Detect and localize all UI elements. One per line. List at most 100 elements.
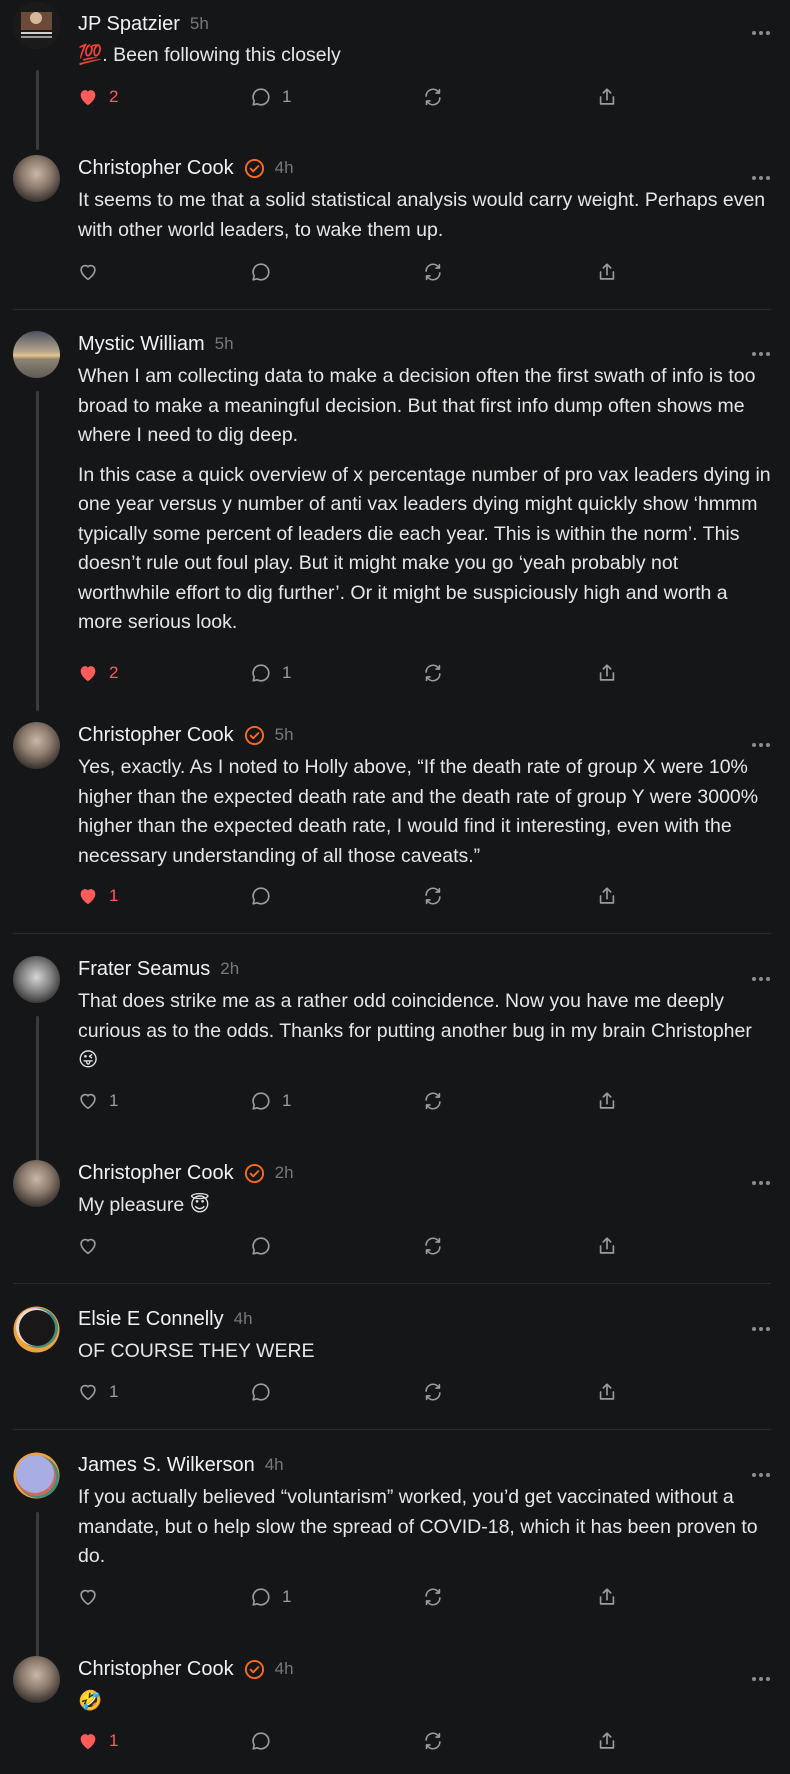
restack-button[interactable] — [422, 884, 444, 908]
share-icon — [599, 1732, 615, 1749]
share-button[interactable] — [596, 1380, 618, 1404]
more-options-icon[interactable] — [752, 1172, 773, 1190]
more-options-icon[interactable] — [752, 1464, 773, 1482]
reply-button[interactable]: 1 — [250, 1585, 291, 1609]
divider — [13, 933, 771, 934]
restack-button[interactable] — [422, 260, 444, 284]
author-name[interactable]: Christopher Cook — [78, 724, 234, 747]
like-button[interactable]: 1 — [77, 1089, 118, 1113]
author-name[interactable]: James S. Wilkerson — [78, 1454, 255, 1477]
timestamp[interactable]: 4h — [275, 1659, 294, 1679]
share-icon — [599, 1092, 615, 1109]
reply-button[interactable] — [250, 1729, 272, 1753]
like-button[interactable] — [77, 1234, 99, 1258]
share-button[interactable] — [596, 884, 618, 908]
avatar[interactable] — [13, 956, 60, 1003]
restack-button[interactable] — [422, 85, 444, 109]
heart-icon — [80, 264, 96, 281]
like-button[interactable]: 1 — [77, 1380, 118, 1404]
share-button[interactable] — [596, 661, 618, 685]
reply-button[interactable] — [250, 260, 272, 284]
restack-button[interactable] — [422, 1234, 444, 1258]
more-options-icon[interactable] — [752, 734, 773, 752]
share-icon — [599, 664, 615, 681]
action-bar: 1 — [77, 1729, 737, 1753]
more-options-icon[interactable] — [752, 968, 773, 986]
reply-button[interactable] — [250, 1234, 272, 1258]
share-button[interactable] — [596, 85, 618, 109]
reply-count: 1 — [282, 1587, 292, 1606]
comment-body: It seems to me that a solid statistical … — [78, 186, 773, 245]
comment-text: My pleasure 😇 — [78, 1194, 210, 1216]
share-button[interactable] — [596, 260, 618, 284]
more-options-icon[interactable] — [752, 1318, 773, 1336]
like-button[interactable]: 1 — [77, 1729, 118, 1753]
more-options-icon[interactable] — [752, 167, 773, 185]
like-button[interactable] — [77, 260, 99, 284]
restack-icon — [425, 1383, 441, 1401]
more-options-icon[interactable] — [752, 1668, 773, 1686]
author-name[interactable]: Elsie E Connelly — [78, 1308, 224, 1331]
avatar[interactable] — [13, 1656, 60, 1703]
restack-button[interactable] — [422, 661, 444, 685]
timestamp[interactable]: 5h — [215, 334, 234, 354]
reply-button[interactable]: 1 — [250, 85, 291, 109]
comment-body: 🤣 — [78, 1687, 773, 1717]
like-count: 1 — [109, 1382, 119, 1401]
timestamp[interactable]: 2h — [275, 1163, 294, 1183]
avatar[interactable] — [13, 1306, 60, 1353]
share-icon — [599, 887, 615, 904]
comment-header: Mystic William 5h — [78, 331, 234, 357]
reply-button[interactable] — [250, 1380, 272, 1404]
avatar[interactable] — [13, 2, 60, 49]
heart-icon — [80, 1238, 96, 1255]
comment-text: If you actually believed “voluntarism” w… — [78, 1486, 758, 1567]
like-button[interactable]: 2 — [77, 661, 118, 685]
author-name[interactable]: Christopher Cook — [78, 157, 234, 180]
reply-button[interactable]: 1 — [250, 661, 291, 685]
avatar[interactable] — [13, 155, 60, 202]
share-button[interactable] — [596, 1234, 618, 1258]
like-count: 1 — [109, 886, 119, 905]
avatar[interactable] — [13, 1160, 60, 1207]
restack-icon — [425, 1732, 441, 1750]
author-name[interactable]: Christopher Cook — [78, 1658, 234, 1681]
action-bar: 1 — [77, 1585, 737, 1609]
restack-button[interactable] — [422, 1089, 444, 1113]
comment-header: Christopher Cook 5h — [78, 722, 294, 748]
avatar[interactable] — [13, 1452, 60, 1499]
like-button[interactable]: 1 — [77, 884, 118, 908]
reply-button[interactable] — [250, 884, 272, 908]
restack-button[interactable] — [422, 1585, 444, 1609]
heart-icon — [80, 90, 96, 106]
share-button[interactable] — [596, 1729, 618, 1753]
action-bar: 1 — [77, 884, 737, 908]
timestamp[interactable]: 4h — [234, 1309, 253, 1329]
timestamp[interactable]: 5h — [275, 725, 294, 745]
like-button[interactable] — [77, 1585, 99, 1609]
timestamp[interactable]: 2h — [220, 959, 239, 979]
restack-button[interactable] — [422, 1729, 444, 1753]
reply-count: 1 — [282, 1091, 292, 1110]
author-name[interactable]: JP Spatzier — [78, 13, 180, 36]
heart-icon — [80, 1093, 96, 1110]
author-name[interactable]: Mystic William — [78, 333, 205, 356]
timestamp[interactable]: 4h — [265, 1455, 284, 1475]
timestamp[interactable]: 5h — [190, 14, 209, 34]
author-name[interactable]: Frater Seamus — [78, 958, 210, 981]
author-name[interactable]: Christopher Cook — [78, 1162, 234, 1185]
avatar[interactable] — [13, 722, 60, 769]
share-button[interactable] — [596, 1089, 618, 1113]
share-button[interactable] — [596, 1585, 618, 1609]
reply-button[interactable]: 1 — [250, 1089, 291, 1113]
timestamp[interactable]: 4h — [275, 158, 294, 178]
avatar[interactable] — [13, 331, 60, 378]
like-button[interactable]: 2 — [77, 85, 118, 109]
thread-line — [36, 70, 39, 150]
comment-text: That does strike me as a rather odd coin… — [78, 990, 752, 1071]
restack-icon — [425, 887, 441, 905]
more-options-icon[interactable] — [752, 22, 773, 40]
restack-button[interactable] — [422, 1380, 444, 1404]
comment-bubble-icon — [252, 1092, 270, 1110]
more-options-icon[interactable] — [752, 343, 773, 361]
